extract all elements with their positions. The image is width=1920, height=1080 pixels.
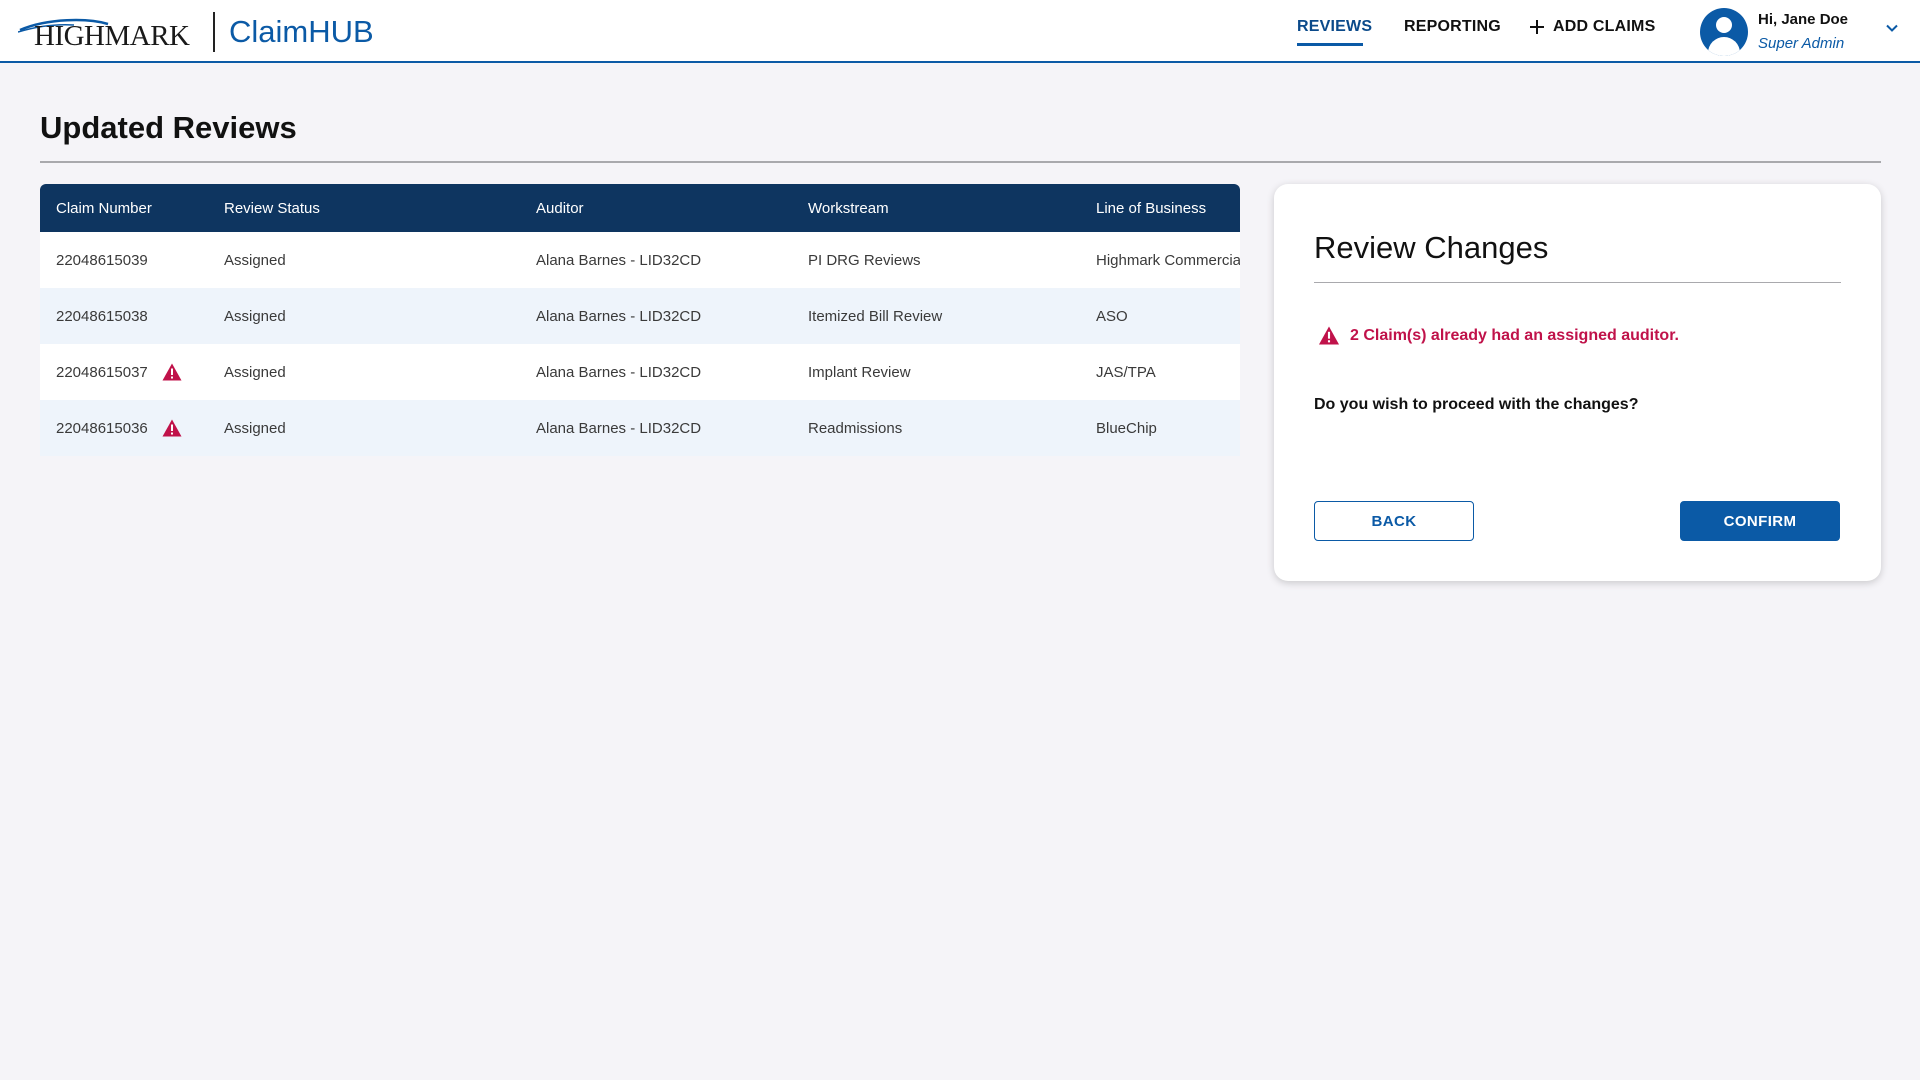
- nav-add-claims[interactable]: ADD CLAIMS: [1529, 18, 1655, 36]
- nav-reviews[interactable]: REVIEWS: [1297, 18, 1372, 36]
- review-status-cell: Assigned: [224, 363, 286, 381]
- table-header: Claim Number Review Status Auditor Works…: [40, 184, 1240, 232]
- avatar-head: [1716, 17, 1732, 33]
- back-button[interactable]: BACK: [1314, 501, 1474, 541]
- panel-divider: [1314, 282, 1841, 283]
- claim-number: 22048615037: [56, 363, 148, 381]
- logo-divider: [213, 12, 215, 52]
- claim-number: 22048615036: [56, 419, 148, 437]
- plus-icon: [1529, 19, 1545, 35]
- column-header-auditor[interactable]: Auditor: [536, 184, 584, 232]
- user-greeting: Hi, Jane Doe: [1758, 11, 1849, 28]
- assigned-auditor-alert: 2 Claim(s) already had an assigned audit…: [1318, 326, 1679, 345]
- user-avatar-icon[interactable]: [1700, 8, 1748, 56]
- panel-title: Review Changes: [1314, 230, 1549, 265]
- table-row[interactable]: 22048615038 Assigned Alana Barnes - LID3…: [40, 288, 1240, 344]
- warning-triangle-icon: [1318, 326, 1340, 345]
- review-status-cell: Assigned: [224, 419, 286, 437]
- claim-number-cell: 22048615037: [56, 344, 182, 400]
- nav-add-claims-label: ADD CLAIMS: [1553, 18, 1656, 35]
- avatar-body: [1708, 37, 1740, 56]
- claim-number-cell: 22048615038: [56, 288, 148, 344]
- app-name: ClaimHUB: [229, 14, 374, 49]
- warning-triangle-icon: [162, 419, 182, 437]
- auditor-cell: Alana Barnes - LID32CD: [536, 419, 702, 437]
- table-row[interactable]: 22048615036 Assigned Alana Barnes - LID3…: [40, 400, 1240, 456]
- review-changes-panel: Review Changes 2 Claim(s) already had an…: [1274, 184, 1881, 581]
- column-header-line-of-business[interactable]: Line of Business: [1096, 184, 1206, 232]
- claim-number: 22048615038: [56, 307, 148, 325]
- claim-number: 22048615039: [56, 251, 148, 269]
- confirmation-question: Do you wish to proceed with the changes?: [1314, 396, 1639, 413]
- title-divider: [40, 161, 1881, 163]
- logo-mark: HIGHMARK: [18, 10, 198, 54]
- claim-number-cell: 22048615036: [56, 400, 182, 456]
- active-tab-indicator: [1297, 43, 1363, 46]
- page-title: Updated Reviews: [40, 110, 297, 145]
- review-status-cell: Assigned: [224, 251, 286, 269]
- auditor-cell: Alana Barnes - LID32CD: [536, 251, 702, 269]
- confirm-button[interactable]: CONFIRM: [1680, 501, 1840, 541]
- warning-triangle-icon: [162, 363, 182, 381]
- column-header-workstream[interactable]: Workstream: [808, 184, 889, 232]
- table-row[interactable]: 22048615037 Assigned Alana Barnes - LID3…: [40, 344, 1240, 400]
- top-navigation-bar: HIGHMARK ClaimHUB REVIEWS REPORTING ADD …: [0, 0, 1920, 63]
- workstream-cell: Implant Review: [808, 363, 911, 381]
- auditor-cell: Alana Barnes - LID32CD: [536, 307, 702, 325]
- line-of-business-cell: ASO: [1096, 307, 1128, 325]
- logo-wordmark: HIGHMARK: [34, 20, 190, 52]
- workstream-cell: Readmissions: [808, 419, 903, 437]
- column-header-review-status[interactable]: Review Status: [224, 184, 320, 232]
- line-of-business-cell: JAS/TPA: [1096, 363, 1156, 381]
- highmark-logo[interactable]: HIGHMARK: [18, 10, 198, 54]
- workstream-cell: PI DRG Reviews: [808, 251, 921, 269]
- nav-reporting[interactable]: REPORTING: [1404, 18, 1501, 36]
- alert-message: 2 Claim(s) already had an assigned audit…: [1350, 326, 1679, 344]
- auditor-cell: Alana Barnes - LID32CD: [536, 363, 702, 381]
- table-row[interactable]: 22048615039 Assigned Alana Barnes - LID3…: [40, 232, 1240, 288]
- claim-number-cell: 22048615039: [56, 232, 148, 288]
- updated-reviews-table: Claim Number Review Status Auditor Works…: [40, 184, 1240, 456]
- line-of-business-cell: BlueChip: [1096, 419, 1157, 437]
- workstream-cell: Itemized Bill Review: [808, 307, 943, 325]
- review-status-cell: Assigned: [224, 307, 286, 325]
- line-of-business-cell: Highmark Commercial: [1096, 251, 1240, 269]
- chevron-down-icon[interactable]: [1886, 22, 1898, 34]
- user-role: Super Admin: [1758, 35, 1845, 52]
- column-header-claim-number[interactable]: Claim Number: [56, 184, 152, 232]
